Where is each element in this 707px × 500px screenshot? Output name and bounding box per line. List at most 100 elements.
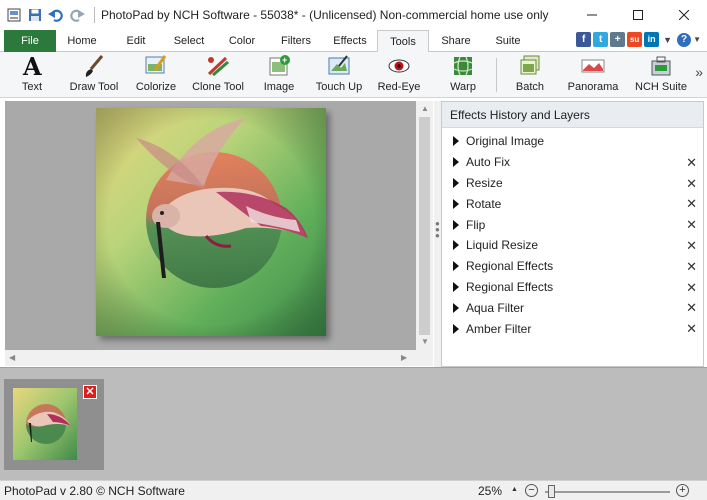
expand-arrow-icon[interactable]: [453, 177, 459, 188]
expand-arrow-icon[interactable]: [453, 240, 459, 251]
zoom-out-button[interactable]: −: [525, 484, 538, 497]
chevron-down-icon[interactable]: ▼: [663, 35, 672, 45]
remove-effect-icon[interactable]: ✕: [686, 259, 697, 275]
text-tool-button[interactable]: A Text: [10, 54, 54, 96]
close-icon: [679, 10, 689, 20]
tab-select[interactable]: Select: [162, 30, 216, 52]
image-canvas[interactable]: [5, 101, 416, 350]
social-links: f t + su in ▼ ? ▼: [574, 32, 701, 47]
scroll-down-icon[interactable]: ▼: [421, 337, 429, 346]
brush-icon: [81, 54, 107, 78]
nch-suite-button[interactable]: NCH Suite: [635, 54, 687, 96]
remove-effect-icon[interactable]: ✕: [686, 155, 697, 171]
stumbleupon-icon[interactable]: su: [627, 32, 643, 47]
touch-up-button[interactable]: Touch Up: [316, 54, 362, 96]
vertical-scroll-thumb[interactable]: [419, 117, 430, 335]
undo-icon[interactable]: [48, 7, 64, 23]
maximize-icon: [633, 10, 643, 20]
red-eye-button[interactable]: Red-Eye: [378, 54, 420, 96]
expand-arrow-icon[interactable]: [453, 323, 459, 334]
expand-arrow-icon[interactable]: [453, 281, 459, 292]
colorize-button[interactable]: Colorize: [133, 54, 179, 96]
layer-item[interactable]: Regional Effects ✕: [442, 277, 703, 298]
layer-item[interactable]: Auto Fix ✕: [442, 152, 703, 173]
help-icon[interactable]: ?: [677, 32, 692, 47]
minimize-button[interactable]: [569, 0, 615, 30]
panorama-icon: [580, 54, 606, 78]
tab-filters[interactable]: Filters: [268, 30, 324, 52]
maximize-button[interactable]: [615, 0, 661, 30]
tab-color[interactable]: Color: [216, 30, 268, 52]
zoom-in-button[interactable]: +: [676, 484, 689, 497]
image-thumbnail[interactable]: ✕: [4, 379, 104, 470]
redo-icon[interactable]: [69, 7, 85, 23]
minimize-icon: [587, 14, 597, 16]
canvas-vertical-scrollbar[interactable]: ▲ ▼: [416, 101, 433, 350]
svg-text:A: A: [22, 54, 42, 78]
clone-tool-button[interactable]: Clone Tool: [190, 54, 246, 96]
tab-suite[interactable]: Suite: [482, 30, 534, 52]
colorize-icon: [143, 54, 169, 78]
remove-effect-icon[interactable]: ✕: [686, 321, 697, 337]
app-menu-icon[interactable]: [6, 7, 22, 23]
close-window-button[interactable]: [661, 0, 707, 30]
zoom-slider-track[interactable]: [545, 491, 670, 493]
scroll-right-icon[interactable]: ▶: [401, 353, 407, 362]
layer-item[interactable]: Original Image: [442, 131, 703, 152]
layer-item[interactable]: Aqua Filter ✕: [442, 297, 703, 318]
scroll-left-icon[interactable]: ◀: [9, 353, 15, 362]
splitter-grip-icon: ● ● ●: [435, 219, 440, 240]
draw-tool-button[interactable]: Draw Tool: [66, 54, 122, 96]
expand-arrow-icon[interactable]: [453, 219, 459, 230]
remove-effect-icon[interactable]: ✕: [686, 280, 697, 296]
twitter-icon[interactable]: t: [593, 32, 609, 47]
google-plus-icon[interactable]: +: [610, 32, 626, 47]
tab-home[interactable]: Home: [56, 30, 108, 52]
canvas-horizontal-scrollbar[interactable]: ◀ ▶: [5, 350, 433, 366]
remove-effect-icon[interactable]: ✕: [686, 196, 697, 212]
warp-button[interactable]: Warp: [443, 54, 483, 96]
tab-share[interactable]: Share: [430, 30, 482, 52]
layer-item[interactable]: Amber Filter ✕: [442, 318, 703, 339]
scroll-up-icon[interactable]: ▲: [421, 104, 429, 113]
layer-item[interactable]: Rotate ✕: [442, 193, 703, 214]
image-icon: +: [266, 54, 292, 78]
window-title: PhotoPad by NCH Software - 55038* - (Unl…: [101, 8, 549, 22]
tools-ribbon: A Text Draw Tool Colorize Clone Tool + I…: [0, 52, 707, 98]
tab-edit[interactable]: Edit: [110, 30, 162, 52]
panel-splitter[interactable]: ● ● ●: [434, 101, 441, 367]
expand-arrow-icon[interactable]: [453, 198, 459, 209]
toolbar-separator: [496, 58, 497, 92]
tab-tools[interactable]: Tools: [377, 30, 429, 53]
image-button[interactable]: + Image: [258, 54, 300, 96]
expand-arrow-icon[interactable]: [453, 302, 459, 313]
expand-arrow-icon[interactable]: [453, 136, 459, 147]
close-image-button[interactable]: ✕: [83, 385, 97, 399]
facebook-icon[interactable]: f: [576, 32, 592, 47]
panorama-button[interactable]: Panorama: [568, 54, 618, 96]
ribbon-tabs: File Home Edit Select Color Filters Effe…: [0, 30, 707, 53]
tab-file[interactable]: File: [4, 30, 56, 52]
zoom-slider-thumb[interactable]: [548, 485, 555, 498]
tab-effects[interactable]: Effects: [324, 30, 376, 52]
save-icon[interactable]: [27, 7, 43, 23]
zoom-dropdown-icon[interactable]: ▲: [511, 486, 518, 493]
remove-effect-icon[interactable]: ✕: [686, 300, 697, 316]
layer-item[interactable]: Regional Effects ✕: [442, 256, 703, 277]
batch-icon: [517, 54, 543, 78]
help-dropdown-icon[interactable]: ▼: [693, 35, 701, 44]
layer-item[interactable]: Resize ✕: [442, 173, 703, 194]
remove-effect-icon[interactable]: ✕: [686, 217, 697, 233]
remove-effect-icon[interactable]: ✕: [686, 238, 697, 254]
more-tools-icon[interactable]: »: [695, 64, 703, 80]
expand-arrow-icon[interactable]: [453, 157, 459, 168]
touch-up-icon: [326, 54, 352, 78]
layer-item[interactable]: Flip ✕: [442, 214, 703, 235]
remove-effect-icon[interactable]: ✕: [686, 176, 697, 192]
version-text: PhotoPad v 2.80 © NCH Software: [4, 484, 185, 498]
panel-title: Effects History and Layers: [442, 102, 703, 128]
expand-arrow-icon[interactable]: [453, 261, 459, 272]
linkedin-icon[interactable]: in: [644, 32, 660, 47]
batch-button[interactable]: Batch: [510, 54, 550, 96]
layer-item[interactable]: Liquid Resize ✕: [442, 235, 703, 256]
